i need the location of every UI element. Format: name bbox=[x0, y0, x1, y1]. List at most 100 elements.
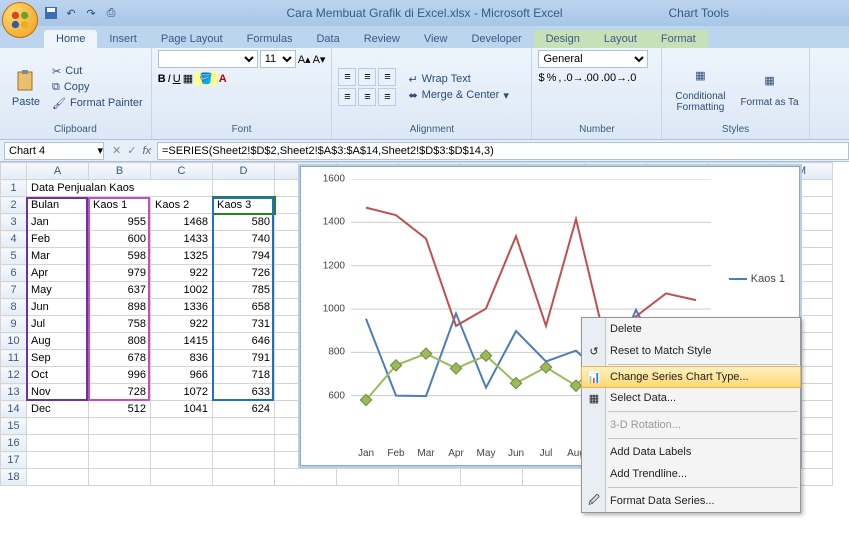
menu-format-data-series[interactable]: 🖉Format Data Series... bbox=[582, 490, 800, 512]
embedded-chart[interactable]: 6008001000120014001600 JanFebMarAprMayJu… bbox=[300, 166, 800, 466]
group-styles-label: Styles bbox=[668, 124, 802, 137]
align-center-icon: ≡ bbox=[358, 88, 376, 106]
window-title: Cara Membuat Grafik di Excel.xlsx - Micr… bbox=[286, 6, 562, 20]
percent-button[interactable]: % bbox=[547, 72, 557, 84]
group-font-label: Font bbox=[158, 124, 326, 137]
paste-icon bbox=[12, 66, 40, 94]
fx-icon[interactable]: fx bbox=[142, 145, 151, 157]
font-name-select[interactable] bbox=[158, 50, 258, 68]
decrease-decimal-icon[interactable]: .00→.0 bbox=[601, 72, 636, 84]
qat-redo-icon[interactable]: ↷ bbox=[82, 4, 100, 22]
align-buttons[interactable]: ≡≡≡ ≡≡≡ bbox=[338, 68, 396, 106]
cell-d2[interactable]: Kaos 3 bbox=[213, 197, 275, 214]
reset-icon: ↺ bbox=[586, 343, 602, 359]
copy-icon: ⧉ bbox=[52, 81, 60, 94]
cell-month[interactable]: Mar bbox=[27, 248, 89, 265]
menu-reset-match-style[interactable]: ↺Reset to Match Style bbox=[582, 340, 800, 362]
shrink-font-icon[interactable]: A▾ bbox=[313, 53, 326, 66]
qat-undo-icon[interactable]: ↶ bbox=[62, 4, 80, 22]
col-header[interactable]: C bbox=[151, 163, 213, 180]
brush-icon: 🖌 bbox=[52, 97, 66, 110]
bold-button[interactable]: B bbox=[158, 73, 166, 85]
cell-month[interactable]: Jul bbox=[27, 316, 89, 333]
cell-month[interactable]: Nov bbox=[27, 384, 89, 401]
align-top-center-icon: ≡ bbox=[358, 68, 376, 86]
cell-month[interactable]: Feb bbox=[27, 231, 89, 248]
menu-delete[interactable]: Delete bbox=[582, 318, 800, 340]
group-alignment-label: Alignment bbox=[338, 124, 525, 137]
col-header[interactable]: A bbox=[27, 163, 89, 180]
number-format-select[interactable]: General bbox=[538, 50, 648, 68]
font-size-select[interactable]: 11 bbox=[260, 50, 296, 68]
cell-month[interactable]: Apr bbox=[27, 265, 89, 282]
col-header[interactable] bbox=[1, 163, 27, 180]
select-data-icon: ▦ bbox=[586, 390, 602, 406]
group-clipboard-label: Clipboard bbox=[6, 124, 145, 137]
ribbon-tabs: Home Insert Page Layout Formulas Data Re… bbox=[0, 26, 849, 48]
wrap-text-button[interactable]: ↵Wrap Text bbox=[406, 72, 510, 87]
align-top-right-icon: ≡ bbox=[378, 68, 396, 86]
group-number-label: Number bbox=[538, 124, 655, 137]
tab-insert[interactable]: Insert bbox=[97, 30, 149, 48]
cell-month[interactable]: Oct bbox=[27, 367, 89, 384]
cell-month[interactable]: Jan bbox=[27, 214, 89, 231]
format-as-table-button[interactable]: ▦Format as Ta bbox=[736, 65, 802, 110]
scissors-icon: ✂ bbox=[52, 65, 61, 78]
cell-month[interactable]: May bbox=[27, 282, 89, 299]
tab-data[interactable]: Data bbox=[304, 30, 351, 48]
menu-3d-rotation: 3-D Rotation... bbox=[582, 414, 800, 436]
menu-select-data[interactable]: ▦Select Data... bbox=[582, 387, 800, 409]
series-context-menu: Delete ↺Reset to Match Style 📊Change Ser… bbox=[581, 317, 801, 513]
tab-developer[interactable]: Developer bbox=[459, 30, 533, 48]
tab-review[interactable]: Review bbox=[352, 30, 412, 48]
row-header[interactable]: 1 bbox=[1, 180, 27, 197]
currency-button[interactable]: $ bbox=[538, 72, 544, 84]
chart-legend[interactable]: Kaos 1 bbox=[729, 273, 785, 291]
office-button[interactable] bbox=[2, 2, 38, 38]
menu-add-data-labels[interactable]: Add Data Labels bbox=[582, 441, 800, 463]
tab-design[interactable]: Design bbox=[534, 30, 592, 48]
menu-add-trendline[interactable]: Add Trendline... bbox=[582, 463, 800, 485]
qat-save-icon[interactable] bbox=[42, 4, 60, 22]
cell-month[interactable]: Dec bbox=[27, 401, 89, 418]
chart-tools-label: Chart Tools bbox=[669, 6, 729, 20]
chart-type-icon: 📊 bbox=[586, 369, 602, 385]
worksheet[interactable]: ABCDEFGHIJKLM1Data Penjualan Kaos2BulanK… bbox=[0, 162, 849, 486]
menu-change-series-chart-type[interactable]: 📊Change Series Chart Type... bbox=[581, 366, 801, 388]
tab-page-layout[interactable]: Page Layout bbox=[149, 30, 235, 48]
format-series-icon: 🖉 bbox=[586, 493, 602, 509]
conditional-formatting-button[interactable]: ▦Conditional Formatting bbox=[668, 59, 732, 115]
font-color-button[interactable]: A bbox=[219, 73, 227, 85]
tab-format[interactable]: Format bbox=[649, 30, 708, 48]
enter-formula-icon[interactable]: ✓ bbox=[127, 144, 136, 157]
wrap-icon: ↵ bbox=[408, 73, 417, 86]
cell-month[interactable]: Sep bbox=[27, 350, 89, 367]
underline-button[interactable]: U bbox=[173, 73, 181, 85]
copy-button[interactable]: ⧉Copy bbox=[50, 80, 145, 95]
formula-bar[interactable]: =SERIES(Sheet2!$D$2,Sheet2!$A$3:$A$14,Sh… bbox=[157, 142, 849, 160]
paste-button[interactable]: Paste bbox=[6, 64, 46, 110]
align-right-icon: ≡ bbox=[378, 88, 396, 106]
comma-button[interactable]: , bbox=[558, 72, 561, 84]
cut-button[interactable]: ✂Cut bbox=[50, 64, 145, 79]
cancel-formula-icon[interactable]: ✕ bbox=[112, 144, 121, 157]
name-box[interactable]: Chart 4 ▾ bbox=[4, 142, 104, 160]
format-painter-button[interactable]: 🖌Format Painter bbox=[50, 96, 145, 111]
tab-formulas[interactable]: Formulas bbox=[235, 30, 305, 48]
tab-home[interactable]: Home bbox=[44, 30, 97, 48]
grow-font-icon[interactable]: A▴ bbox=[298, 53, 311, 66]
cell-month[interactable]: Jun bbox=[27, 299, 89, 316]
col-header[interactable]: B bbox=[89, 163, 151, 180]
data-title[interactable]: Data Penjualan Kaos bbox=[27, 180, 213, 197]
border-button[interactable]: ▦ bbox=[183, 72, 193, 85]
cell-month[interactable]: Aug bbox=[27, 333, 89, 350]
qat-print-icon[interactable]: ⎙ bbox=[102, 4, 120, 22]
italic-button[interactable]: I bbox=[168, 73, 171, 85]
increase-decimal-icon[interactable]: .0→.00 bbox=[563, 72, 598, 84]
col-header[interactable]: D bbox=[213, 163, 275, 180]
table-icon: ▦ bbox=[756, 67, 784, 95]
merge-center-button[interactable]: ⬌Merge & Center ▾ bbox=[406, 88, 510, 103]
fill-color-button[interactable]: 🪣 bbox=[195, 72, 217, 85]
tab-layout[interactable]: Layout bbox=[592, 30, 649, 48]
tab-view[interactable]: View bbox=[412, 30, 460, 48]
